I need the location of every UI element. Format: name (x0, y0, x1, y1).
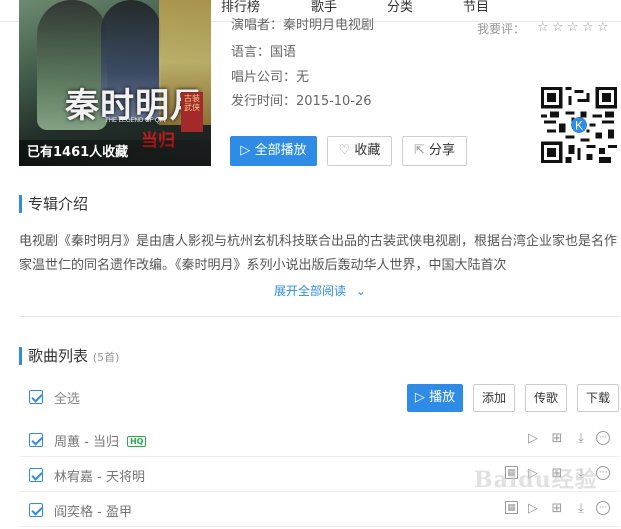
song-title-text[interactable]: 周蕙 - 当归 (54, 435, 119, 450)
more-icon[interactable]: ··· (596, 431, 610, 445)
add-to-list-icon[interactable]: ⊞ (549, 501, 565, 517)
mv-icon[interactable]: ▦ (505, 501, 518, 514)
download-button[interactable]: 下载 (577, 384, 619, 412)
more-icon[interactable]: ··· (596, 466, 610, 480)
song-checkbox[interactable] (29, 433, 43, 447)
svg-text:K: K (575, 119, 583, 133)
company-value: 无 (296, 70, 310, 85)
rating-stars[interactable]: ☆ ☆ ☆ ☆ ☆ (537, 20, 612, 35)
song-row[interactable]: 周蕙 - 当归 HQ ▷ ⊞ ⤓ ··· (19, 422, 619, 457)
add-to-list-icon[interactable]: ⊞ (549, 431, 565, 447)
chevron-down-icon: ⌄ (355, 284, 366, 298)
song-title-text[interactable]: 林宥嘉 - 天将明 (54, 470, 145, 485)
download-icon[interactable]: ⤓ (573, 431, 589, 447)
play-icon[interactable]: ▷ (525, 431, 541, 447)
play-selected-button[interactable]: ▷ 播放 (407, 384, 463, 412)
rating-label: 我要评： (477, 22, 526, 36)
play-icon: ▷ (240, 143, 251, 158)
collect-label: 收藏 (354, 143, 381, 158)
intro-title: 专辑介绍 (19, 195, 88, 213)
collect-button[interactable]: ♡ 收藏 (327, 136, 392, 166)
select-all-checkbox[interactable] (29, 390, 43, 404)
expand-label: 展开全部阅读 (274, 284, 347, 298)
song-title[interactable]: 周蕙 - 当归 HQ (54, 431, 147, 450)
nav-item-category[interactable]: 分类 (387, 0, 413, 16)
language-label: 语言： (231, 45, 271, 60)
star-icon[interactable]: ☆ (537, 20, 552, 35)
qr-code-icon: K (541, 87, 617, 163)
star-icon[interactable]: ☆ (582, 20, 597, 35)
add-button[interactable]: 添加 (473, 384, 515, 412)
play-icon: ▷ (414, 390, 425, 405)
star-icon[interactable]: ☆ (567, 20, 582, 35)
watermark: Baidu经验 (474, 467, 598, 493)
company-row: 唱片公司：无 (231, 66, 309, 85)
song-count: (5首) (92, 351, 120, 364)
release-label: 发行时间： (231, 94, 297, 109)
company-label: 唱片公司： (231, 70, 297, 85)
favorite-count: 已有1461人收藏 (19, 140, 211, 166)
song-checkbox[interactable] (29, 468, 43, 482)
song-title-text[interactable]: 阎奕格 - 盈甲 (54, 505, 132, 520)
play-selected-label: 播放 (429, 390, 456, 405)
heart-icon: ♡ (338, 143, 351, 158)
divider (19, 316, 619, 317)
hq-badge: HQ (126, 436, 147, 447)
cover-logo-en: THE LEGEND OF QIN (105, 118, 166, 124)
intro-text: 电视剧《秦时明月》是由唐人影视与杭州玄机科技联合出品的古装武侠电视剧，根据台湾企… (19, 234, 618, 273)
singer-label: 演唱者： (231, 18, 284, 33)
song-row[interactable]: 阎奕格 - 盈甲 ▦ ▷ ⊞ ⤓ ··· (19, 492, 619, 527)
expand-link[interactable]: 展开全部阅读 ⌄ (274, 282, 366, 299)
songlist-title: 歌曲列表 (5首) (19, 347, 119, 365)
share-icon: ⇱ (413, 143, 425, 158)
star-icon[interactable]: ☆ (597, 20, 612, 35)
singer-value[interactable]: 秦时明月电视剧 (283, 18, 374, 33)
upload-song-button[interactable]: 传歌 (525, 384, 567, 412)
language-row: 语言：国语 (231, 41, 296, 60)
play-icon[interactable]: ▷ (525, 501, 541, 517)
album-cover[interactable]: 秦时明月 THE LEGEND OF QIN 古装武侠 当归 已有1461人收藏 (19, 0, 211, 166)
singer-row: 演唱者：秦时明月电视剧 (231, 14, 374, 33)
song-title[interactable]: 林宥嘉 - 天将明 (54, 466, 145, 485)
more-icon[interactable]: ··· (596, 501, 610, 515)
song-title[interactable]: 阎奕格 - 盈甲 (54, 501, 132, 520)
select-all-label[interactable]: 全选 (54, 388, 80, 407)
release-row: 发行时间：2015-10-26 (231, 90, 372, 109)
language-value: 国语 (270, 45, 297, 60)
songlist-title-text: 歌曲列表 (28, 347, 89, 365)
song-checkbox[interactable] (29, 503, 43, 517)
download-icon[interactable]: ⤓ (573, 501, 589, 517)
share-label: 分享 (429, 143, 456, 158)
play-all-label: 全部播放 (254, 143, 307, 158)
release-value: 2015-10-26 (296, 94, 372, 109)
star-icon[interactable]: ☆ (552, 20, 567, 35)
play-all-button[interactable]: ▷ 全部播放 (230, 136, 317, 166)
nav-item-programs[interactable]: 节目 (463, 0, 489, 16)
cover-seal: 古装武侠 (181, 92, 203, 132)
share-button[interactable]: ⇱ 分享 (402, 136, 467, 166)
